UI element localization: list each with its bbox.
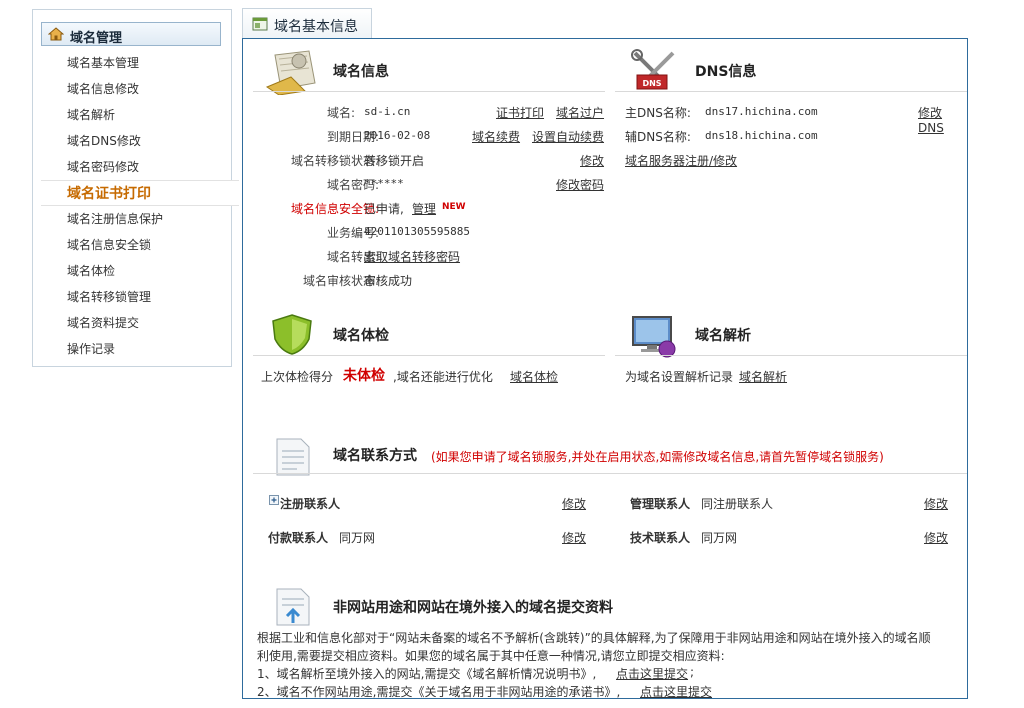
- transfer-lock-label: 域名转移锁状态:: [290, 154, 379, 168]
- sidebar-item-dns-modify[interactable]: 域名DNS修改: [33, 128, 231, 154]
- sidebar-item-basic[interactable]: 域名基本管理: [33, 50, 231, 76]
- dns-icon-label: DNS: [642, 79, 661, 88]
- sidebar-item-transfer-lock[interactable]: 域名转移锁管理: [33, 284, 231, 310]
- secondary-dns-label: 辅DNS名称:: [625, 130, 691, 144]
- expiry-value: 2016-02-08: [364, 129, 431, 142]
- dns-server-register-link[interactable]: 域名服务器注册/修改: [625, 152, 737, 169]
- sidebar-item-op-log[interactable]: 操作记录: [33, 336, 231, 362]
- dns-tools-icon: DNS: [631, 49, 675, 90]
- monitor-icon: [632, 316, 676, 358]
- window-icon: [252, 17, 268, 31]
- cert-print-link[interactable]: 证书打印: [496, 104, 544, 121]
- main-panel: 域名信息 域名: sd-i.cn 证书打印 域名过户 到期日期: 2016-02…: [242, 38, 968, 699]
- sidebar: 域名管理 域名基本管理 域名信息修改 域名解析 域名DNS修改 域名密码修改 域…: [32, 9, 239, 367]
- expand-plus-icon[interactable]: [269, 495, 279, 505]
- domain-info-title: 域名信息: [333, 64, 389, 80]
- audit-value: 审核成功: [364, 274, 413, 288]
- security-lock-manage-link[interactable]: 管理: [412, 200, 436, 217]
- auto-renew-link[interactable]: 设置自动续费: [532, 128, 604, 145]
- sidebar-item-info-modify[interactable]: 域名信息修改: [33, 76, 231, 102]
- domain-value: sd-i.cn: [364, 105, 411, 118]
- sidebar-item-resolution[interactable]: 域名解析: [33, 102, 231, 128]
- registrant-label[interactable]: 注册联系人: [280, 495, 340, 512]
- sidebar-item-docs-submit[interactable]: 域名资料提交: [33, 310, 231, 336]
- sidebar-title: 域名管理: [70, 31, 123, 46]
- divider: [253, 91, 605, 92]
- divider: [253, 355, 605, 356]
- divider: [253, 473, 967, 474]
- contacts-notice: (如果您申请了域名锁服务,并处在启用状态,如需修改域名信息,请首先暂停域名锁服务…: [431, 450, 884, 464]
- sidebar-item-security-lock[interactable]: 域名信息安全锁: [33, 232, 231, 258]
- dns-info-title: DNS信息: [695, 64, 757, 80]
- domain-label: 域名:: [326, 106, 355, 120]
- document-icon: [276, 438, 310, 476]
- sidebar-menu: 域名基本管理 域名信息修改 域名解析 域名DNS修改 域名密码修改 域名证书打印…: [33, 50, 239, 362]
- submission-item-1: 1、域名解析至境外接入的网站,需提交《域名解析情况说明书》,: [257, 667, 597, 681]
- admin-label: 管理联系人: [630, 497, 691, 511]
- domain-transfer-owner-link[interactable]: 域名过户: [556, 104, 604, 121]
- sidebar-header[interactable]: 域名管理: [41, 22, 221, 46]
- tech-value: 同万网: [701, 531, 738, 545]
- new-badge: NEW: [442, 202, 466, 212]
- submit-item-1-link[interactable]: 点击这里提交: [616, 665, 688, 682]
- security-lock-value: 已申请,: [364, 202, 404, 216]
- modify-dns-link[interactable]: 修改DNS: [918, 104, 967, 135]
- transfer-out-label: 域名转出:: [326, 250, 379, 264]
- business-no-value: 4201101305595885: [364, 225, 470, 238]
- primary-dns-label: 主DNS名称:: [625, 106, 691, 120]
- renew-link[interactable]: 域名续费: [472, 128, 520, 145]
- business-no-label: 业务编号:: [326, 226, 379, 240]
- tab-label: 域名基本信息: [274, 19, 358, 35]
- transfer-code-link[interactable]: 索取域名转移密码: [364, 248, 460, 265]
- submission-item-2: 2、域名不作网站用途,需提交《关于域名用于非网站用途的承诺书》,: [257, 685, 621, 699]
- divider: [615, 91, 967, 92]
- sidebar-item-cert-print[interactable]: 域名证书打印: [41, 180, 239, 206]
- home-icon: [48, 27, 64, 41]
- health-check-text-after: ,域名还能进行优化: [393, 370, 493, 384]
- sidebar-item-health-check[interactable]: 域名体检: [33, 258, 231, 284]
- secondary-dns-value: dns18.hichina.com: [705, 129, 818, 142]
- admin-value: 同注册联系人: [701, 497, 774, 511]
- primary-dns-value: dns17.hichina.com: [705, 105, 818, 118]
- password-value: ******: [364, 177, 404, 190]
- shield-icon: [272, 314, 312, 355]
- modify-password-link[interactable]: 修改密码: [556, 176, 604, 193]
- submission-para-2: 利使用,需要提交相应资料。如果您的域名属于其中任意一种情况,请您立即提交相应资料…: [257, 649, 725, 663]
- submit-item-2-link[interactable]: 点击这里提交: [640, 683, 712, 698]
- tech-modify-link[interactable]: 修改: [924, 529, 948, 546]
- billing-value: 同万网: [339, 531, 376, 545]
- sidebar-item-password-modify[interactable]: 域名密码修改: [33, 154, 231, 180]
- transfer-lock-value: 转移锁开启: [364, 154, 425, 168]
- submission-item-1-end: ;: [690, 665, 695, 679]
- divider: [615, 355, 967, 356]
- contacts-title: 域名联系方式: [333, 448, 417, 464]
- document-upload-icon: [276, 588, 310, 626]
- submission-title: 非网站用途和网站在境外接入的域名提交资料: [333, 600, 613, 616]
- resolution-title: 域名解析: [695, 328, 751, 344]
- billing-label: 付款联系人: [268, 531, 329, 545]
- certificate-icon: [265, 50, 316, 95]
- tab-domain-basic-info[interactable]: 域名基本信息: [242, 8, 372, 39]
- resolution-text: 为域名设置解析记录: [625, 370, 734, 384]
- health-check-link[interactable]: 域名体检: [510, 368, 558, 385]
- health-check-title: 域名体检: [333, 328, 389, 344]
- registrant-modify-link[interactable]: 修改: [562, 495, 586, 512]
- sidebar-item-privacy[interactable]: 域名注册信息保护: [33, 206, 231, 232]
- expiry-label: 到期日期:: [326, 130, 379, 144]
- billing-modify-link[interactable]: 修改: [562, 529, 586, 546]
- transfer-lock-modify-link[interactable]: 修改: [580, 152, 604, 169]
- security-lock-label: 域名信息安全锁:: [290, 202, 379, 216]
- audit-label: 域名审核状态:: [302, 274, 379, 288]
- tech-label: 技术联系人: [630, 531, 691, 545]
- health-check-score: 未体检: [343, 368, 385, 384]
- password-label: 域名密码:: [326, 178, 379, 192]
- health-check-text-before: 上次体检得分: [261, 370, 334, 384]
- submission-para-1: 根据工业和信息化部对于“网站未备案的域名不予解析(含跳转)”的具体解释,为了保障…: [257, 631, 931, 645]
- resolution-link[interactable]: 域名解析: [739, 368, 787, 385]
- admin-modify-link[interactable]: 修改: [924, 495, 948, 512]
